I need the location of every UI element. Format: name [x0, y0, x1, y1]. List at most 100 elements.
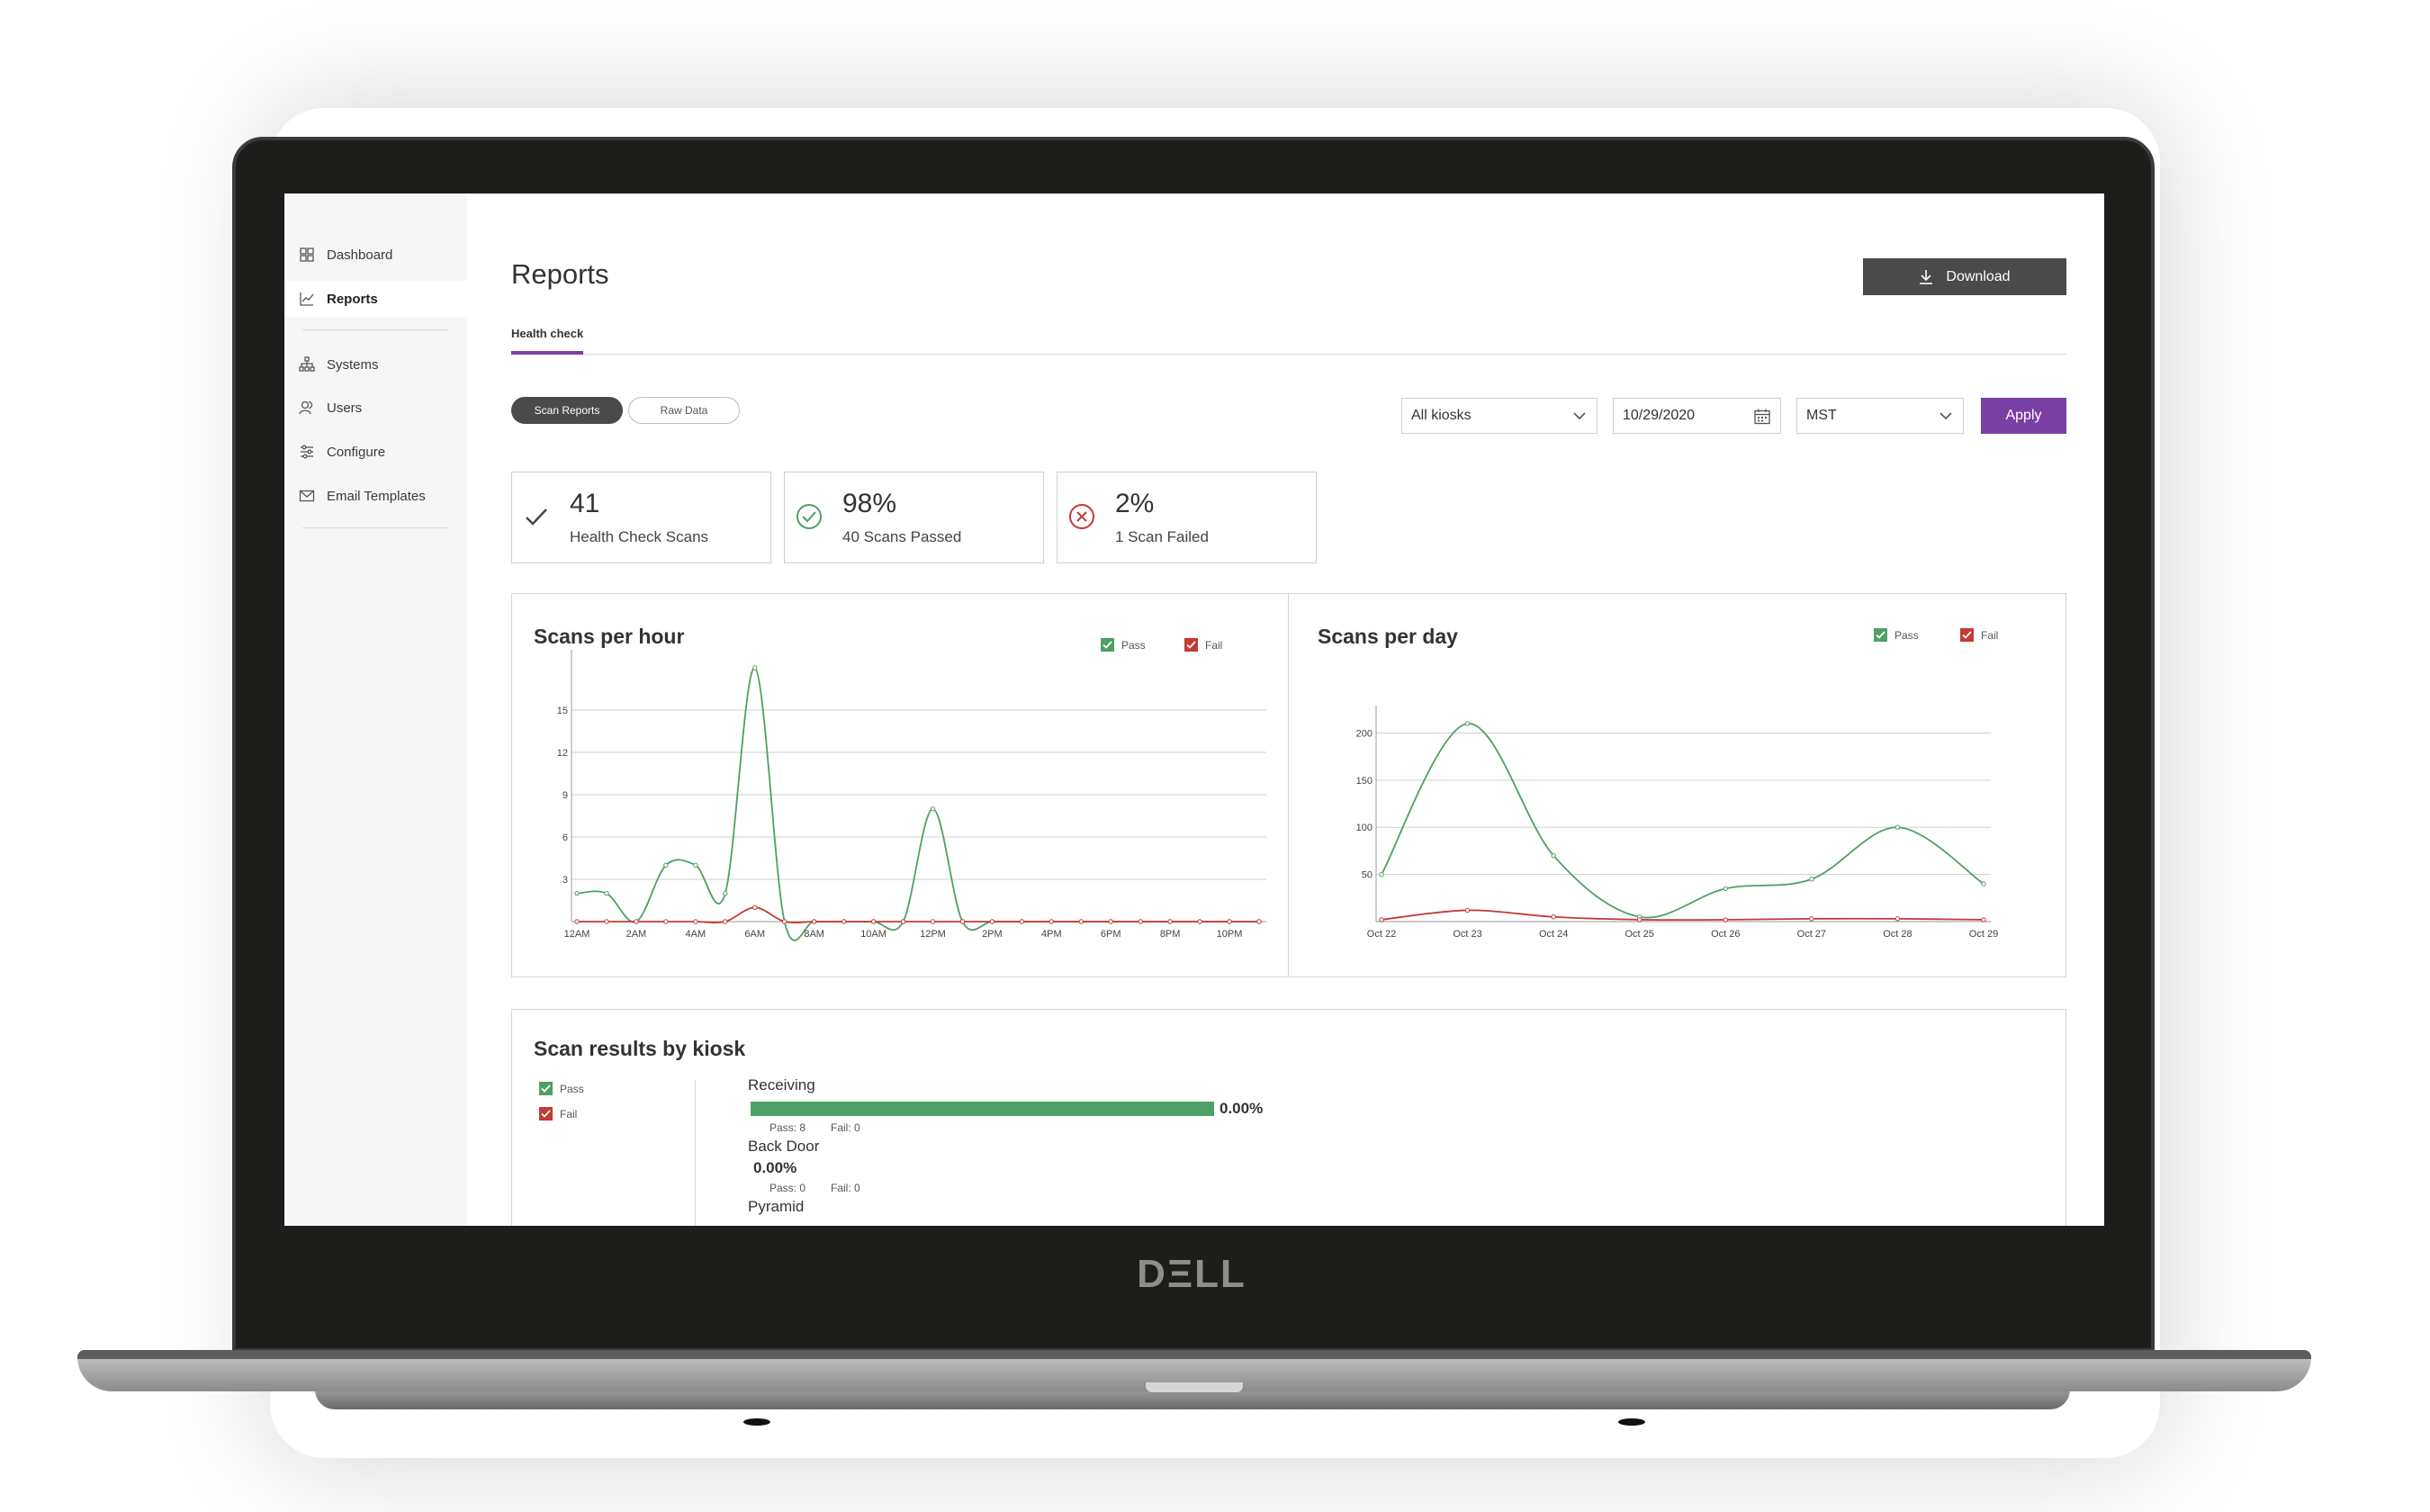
sidebar-item-users[interactable]: Users [284, 390, 467, 426]
calendar-icon[interactable] [1753, 408, 1771, 426]
sidebar-item-configure[interactable]: Configure [284, 434, 467, 470]
kiosk-pct: 0.00% [1220, 1100, 1264, 1117]
kiosk-pass-count: Pass: 0 [770, 1182, 806, 1194]
pass-data-point [930, 806, 936, 812]
x-tick-label: 8PM [1160, 929, 1181, 940]
fail-data-point [1167, 919, 1173, 924]
hierarchy-icon [299, 356, 315, 372]
sidebar-item-label: Dashboard [327, 247, 393, 263]
fail-data-point [1809, 916, 1814, 922]
chart-scans-per-hour: 3 6 9 12 15 12AM 2AM 4AM 6AM 8AM 10AM 12PM 2PM 4PM 6PM… [557, 650, 1266, 941]
stat-label: Health Check Scans [570, 528, 709, 545]
kiosk-divider [695, 1080, 696, 1226]
y-tick-label: 15 [557, 706, 568, 716]
pass-data-point [723, 890, 728, 896]
pass-data-point [1981, 881, 1986, 886]
download-label: Download [1946, 268, 2011, 284]
sliders-icon [301, 445, 313, 459]
kiosk-select[interactable]: All kiosks [1401, 398, 1598, 434]
fail-data-point [1227, 919, 1232, 924]
sidebar-item-label: Configure [327, 444, 386, 460]
pass-data-point [1464, 721, 1471, 726]
x-tick-label: 2AM [626, 929, 647, 940]
y-tick-label: 9 [562, 790, 568, 801]
sidebar: Dashboard Reports Systems Users Configur… [284, 194, 467, 1226]
pass-series-line [576, 667, 1260, 941]
kiosk-name: Receiving [748, 1076, 815, 1094]
fail-data-point [959, 919, 966, 924]
sidebar-item-reports[interactable]: Reports [284, 281, 467, 317]
chevron-down-icon [1940, 412, 1952, 420]
download-icon [1920, 269, 1933, 284]
scan-reports-toggle[interactable]: Scan Reports [511, 397, 623, 424]
fail-data-point [811, 919, 817, 924]
fail-data-point [1256, 919, 1262, 924]
stat-label: 40 Scans Passed [842, 528, 962, 545]
fail-data-point [1138, 919, 1143, 924]
pass-data-point [574, 890, 580, 896]
sidebar-item-systems[interactable]: Systems [284, 346, 467, 382]
sidebar-item-email-templates[interactable]: Email Templates [284, 478, 467, 514]
x-tick-label: Oct 25 [1625, 929, 1654, 940]
sidebar-item-label: Systems [327, 356, 379, 373]
kiosk-select-value: All kiosks [1411, 408, 1472, 423]
fail-series-line [1381, 909, 1984, 922]
timezone-select[interactable]: MST [1796, 398, 1964, 434]
sidebar-item-dashboard[interactable]: Dashboard [284, 237, 467, 273]
fail-data-point [1019, 919, 1025, 924]
brand-logo: DΞLL [1137, 1252, 1246, 1296]
fail-data-point [1894, 916, 1901, 922]
pass-data-point [1723, 886, 1728, 892]
fail-data-point [781, 919, 788, 924]
kiosk-name: Pyramid [748, 1198, 805, 1215]
x-tick-label: 10PM [1217, 929, 1243, 940]
x-tick-label: Oct 24 [1539, 929, 1568, 940]
chart-panel-hourly: Scans per hour Pass Fail 3 6 9 12 15 12AM 2AM 4… [511, 593, 1289, 977]
timezone-select-value: MST [1806, 408, 1837, 423]
date-field[interactable]: 10/29/2020 [1613, 398, 1781, 434]
fail-data-point [1048, 919, 1055, 924]
fail-data-point [1981, 917, 1986, 922]
legend-label: Pass [560, 1082, 584, 1095]
raw-data-toggle[interactable]: Raw Data [628, 397, 740, 424]
users-icon [299, 400, 313, 415]
grid-icon [300, 248, 314, 262]
stat-label: 1 Scan Failed [1115, 528, 1209, 545]
checkbox-checked-icon [539, 1082, 553, 1095]
stat-value: 41 [570, 489, 600, 518]
kiosk-bar [751, 1102, 1214, 1116]
x-tick-label: 10AM [860, 929, 886, 940]
y-tick-label: 100 [1356, 823, 1372, 833]
legend-label: Fail [560, 1107, 578, 1120]
fail-data-point [604, 919, 609, 924]
sidebar-item-label: Email Templates [327, 488, 426, 504]
x-tick-label: Oct 28 [1883, 929, 1912, 940]
x-tick-label: Oct 23 [1453, 929, 1481, 940]
fail-data-point [723, 919, 728, 924]
fail-data-point [930, 919, 936, 924]
fail-data-point [574, 919, 580, 924]
x-tick-label: 6AM [744, 929, 765, 940]
x-tick-label: 4AM [686, 929, 706, 940]
app-screen: Dashboard Reports Systems Users Configur… [284, 194, 2104, 1226]
download-button[interactable]: Download [1863, 258, 2066, 295]
pass-data-point [663, 862, 669, 868]
fail-data-point [663, 919, 669, 924]
fail-data-point [1078, 919, 1084, 924]
y-tick-label: 3 [562, 875, 568, 886]
stat-card-passed: 98% 40 Scans Passed [784, 472, 1044, 563]
y-tick-label: 12 [557, 748, 568, 759]
sidebar-item-label: Reports [327, 291, 378, 307]
page-title: Reports [511, 258, 609, 290]
x-tick-label: Oct 26 [1711, 929, 1740, 940]
kiosk-name: Back Door [748, 1138, 820, 1155]
apply-button[interactable]: Apply [1981, 398, 2066, 434]
kiosk-fail-count: Fail: 0 [831, 1182, 860, 1194]
kiosk-legend-fail[interactable]: Fail [539, 1107, 577, 1120]
kiosk-legend-pass[interactable]: Pass [539, 1082, 584, 1095]
fail-data-point [989, 919, 995, 924]
pass-series-line [1381, 723, 1984, 919]
tab-health-check[interactable]: Health check [511, 327, 583, 340]
check-icon [526, 508, 547, 526]
laptop-foot [743, 1418, 770, 1426]
